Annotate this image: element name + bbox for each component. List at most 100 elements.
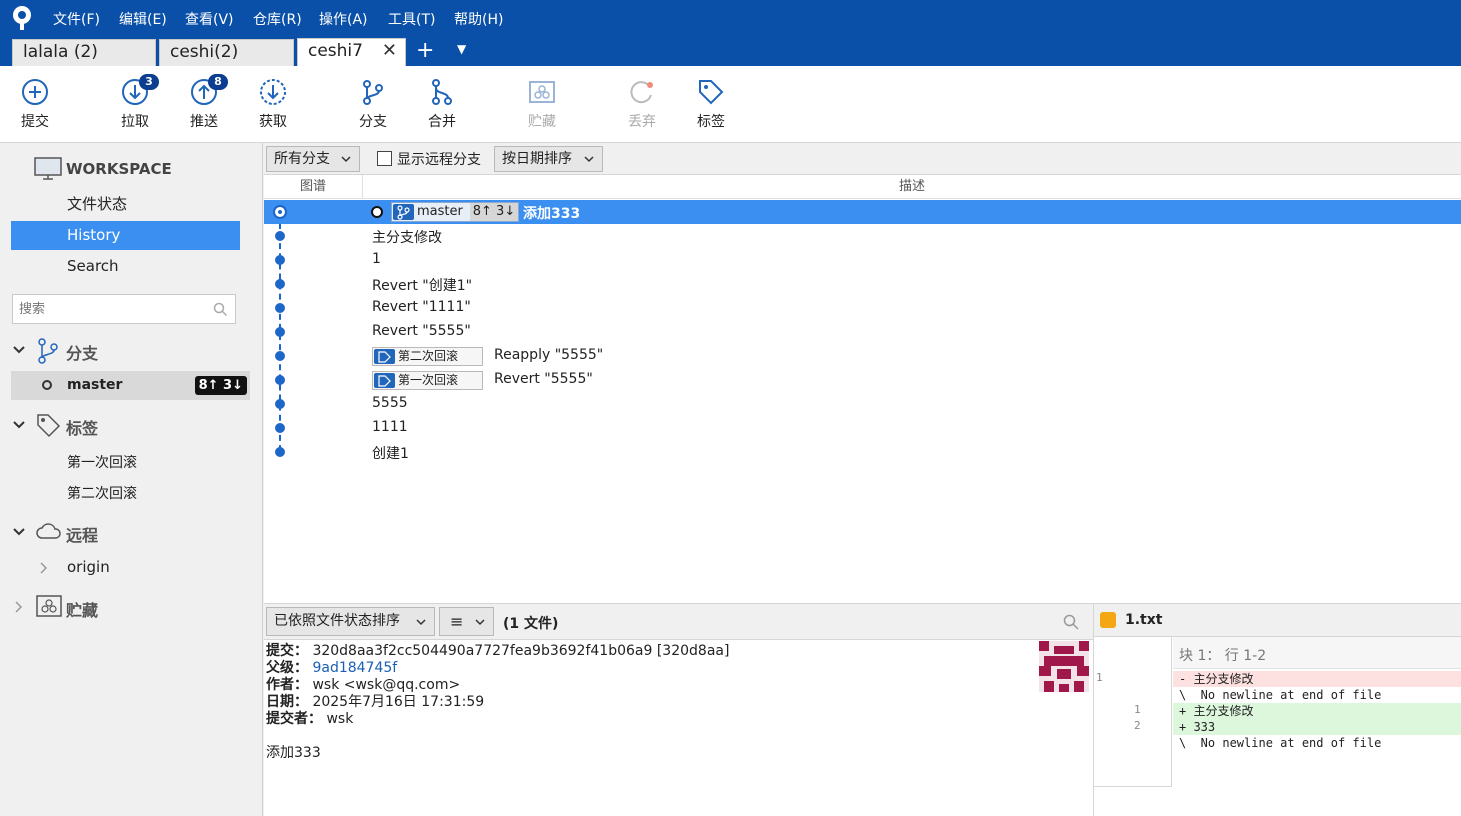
tab-lalala[interactable]: lalala (2) <box>12 39 156 66</box>
commit-row[interactable]: 1111 <box>264 416 1461 440</box>
menu-help[interactable]: 帮助(H) <box>454 9 503 29</box>
menu-tools[interactable]: 工具(T) <box>388 9 435 29</box>
tag-item[interactable]: 第一次回滚 <box>67 452 137 472</box>
diff-line-added: + 333 <box>1173 719 1461 735</box>
tab-ceshi7[interactable]: ceshi7 ✕ <box>297 38 406 66</box>
commit-description: 创建1 <box>372 446 409 462</box>
menu-file[interactable]: 文件(F) <box>53 9 100 29</box>
date-label: 日期： <box>266 694 308 710</box>
menu-view[interactable]: 查看(V) <box>185 9 234 29</box>
history-filter-bar: 所有分支 显示远程分支 按日期排序 <box>264 143 1461 175</box>
sourcetree-window: 文件(F) 编辑(E) 查看(V) 仓库(R) 操作(A) 工具(T) 帮助(H… <box>0 0 1461 816</box>
old-line-number: 1 <box>1096 671 1103 684</box>
diff-line-context: \ No newline at end of file <box>1179 688 1382 702</box>
file-sort-dropdown[interactable]: 已依照文件状态排序 <box>266 607 435 636</box>
branch-icon <box>363 80 383 105</box>
graph-node <box>275 303 285 313</box>
push-count-badge: 8 <box>208 74 228 90</box>
commit-description: Revert "5555" <box>494 371 593 387</box>
fetch-button[interactable]: 获取 <box>243 74 303 136</box>
chevron-down-icon <box>13 528 25 536</box>
commit-description: 主分支修改 <box>372 230 442 246</box>
search-icon[interactable] <box>213 302 228 317</box>
committer-label: 提交者： <box>266 711 322 727</box>
merge-button[interactable]: 合并 <box>412 74 472 136</box>
merge-label: 合并 <box>428 114 456 130</box>
chevron-down-icon <box>13 346 25 354</box>
tag-button[interactable]: 标签 <box>681 74 741 136</box>
new-line-number: 1 <box>1134 703 1141 716</box>
graph-node <box>275 327 285 337</box>
parent-label: 父级： <box>266 660 308 676</box>
menu-repository[interactable]: 仓库(R) <box>253 9 302 29</box>
stash-button[interactable]: 贮藏 <box>512 74 572 136</box>
diff-line-removed: - 主分支修改 <box>1173 671 1461 687</box>
author-label: 作者： <box>266 677 308 693</box>
show-remote-checkbox[interactable] <box>377 151 392 166</box>
branch-ref-label[interactable]: master 8↑ 3↓ <box>391 202 519 222</box>
discard-button[interactable]: 丢弃 <box>612 74 672 136</box>
show-remote-label: 显示远程分支 <box>397 152 481 168</box>
commit-row[interactable]: Revert "创建1" <box>264 272 1461 296</box>
commit-row[interactable]: 1 <box>264 248 1461 272</box>
tab-label: ceshi7 <box>308 41 363 61</box>
nav-search[interactable]: Search <box>11 252 240 281</box>
add-tab-icon[interactable]: + <box>416 38 434 63</box>
commit-row[interactable]: 主分支修改 <box>264 224 1461 248</box>
commit-hash-label: 提交： <box>266 643 308 659</box>
parent-hash-link[interactable]: 9ad184745f <box>312 660 397 676</box>
graph-node <box>275 399 285 409</box>
branch-name: master <box>67 377 123 393</box>
commit-row[interactable]: 第二次回滚 Reapply "5555" <box>264 344 1461 368</box>
sidebar-search <box>12 294 236 324</box>
chevron-down-icon <box>584 156 594 163</box>
graph-node <box>275 423 285 433</box>
commit-row[interactable]: 创建1 <box>264 440 1461 464</box>
commit-description: Revert "创建1" <box>372 278 473 294</box>
tag-item[interactable]: 第二次回滚 <box>67 483 137 503</box>
file-view-dropdown[interactable]: ≡ <box>439 607 494 636</box>
chevron-right-icon <box>40 562 48 574</box>
commit-description: Revert "1111" <box>372 299 471 315</box>
pull-label: 拉取 <box>121 114 149 130</box>
tab-dropdown-icon[interactable]: ▼ <box>457 42 466 56</box>
chevron-down-icon <box>416 619 426 626</box>
author-value: wsk <wsk@qq.com> <box>312 677 461 693</box>
commit-row[interactable]: Revert "1111" <box>264 296 1461 320</box>
column-graph[interactable]: 图谱 <box>264 175 363 199</box>
head-indicator-icon <box>371 206 383 218</box>
search-icon[interactable] <box>1063 614 1079 630</box>
commit-row[interactable]: master 8↑ 3↓ 添加333 <box>264 200 1461 224</box>
menu-actions[interactable]: 操作(A) <box>319 9 368 29</box>
nav-file-status[interactable]: 文件状态 <box>11 190 240 219</box>
tag-ref-label[interactable]: 第一次回滚 <box>372 371 483 390</box>
tab-ceshi[interactable]: ceshi(2) <box>159 39 294 66</box>
menu-edit[interactable]: 编辑(E) <box>119 9 167 29</box>
commit-row[interactable]: 5555 <box>264 392 1461 416</box>
column-description[interactable]: 描述 <box>363 175 1461 199</box>
commit-details-panel: 已依照文件状态排序 ≡ (1 文件) 提交： 320d8aa3f2cc50449… <box>264 603 1093 816</box>
graph-node <box>275 447 285 457</box>
tag-ref-label[interactable]: 第二次回滚 <box>372 347 483 366</box>
fetch-icon <box>260 79 286 105</box>
commit-list: 图谱 描述 master 8↑ 3↓ 添加333 主分支修改 1 Revert … <box>264 175 1461 603</box>
dropdown-value: 已依照文件状态排序 <box>274 613 400 629</box>
dropdown-value: 按日期排序 <box>502 151 572 167</box>
stash-icon <box>36 595 62 617</box>
ahead-behind-badge: 8↑ 3↓ <box>194 376 247 395</box>
push-button[interactable]: 8 推送 <box>174 74 234 136</box>
commit-row[interactable]: 第一次回滚 Revert "5555" <box>264 368 1461 392</box>
branch-item-master[interactable]: master 8↑ 3↓ <box>11 371 250 400</box>
graph-node <box>275 279 285 289</box>
branch-button[interactable]: 分支 <box>343 74 403 136</box>
monitor-icon <box>34 157 62 180</box>
pull-button[interactable]: 3 拉取 <box>105 74 165 136</box>
chevron-down-icon <box>13 421 25 429</box>
commit-row[interactable]: Revert "5555" <box>264 320 1461 344</box>
tab-close-icon[interactable]: ✕ <box>382 39 397 63</box>
nav-history[interactable]: History <box>11 221 240 250</box>
sort-dropdown[interactable]: 按日期排序 <box>494 146 603 172</box>
sidebar-search-input[interactable] <box>13 295 203 323</box>
branch-filter-dropdown[interactable]: 所有分支 <box>266 146 360 172</box>
commit-button[interactable]: 提交 <box>5 74 65 136</box>
